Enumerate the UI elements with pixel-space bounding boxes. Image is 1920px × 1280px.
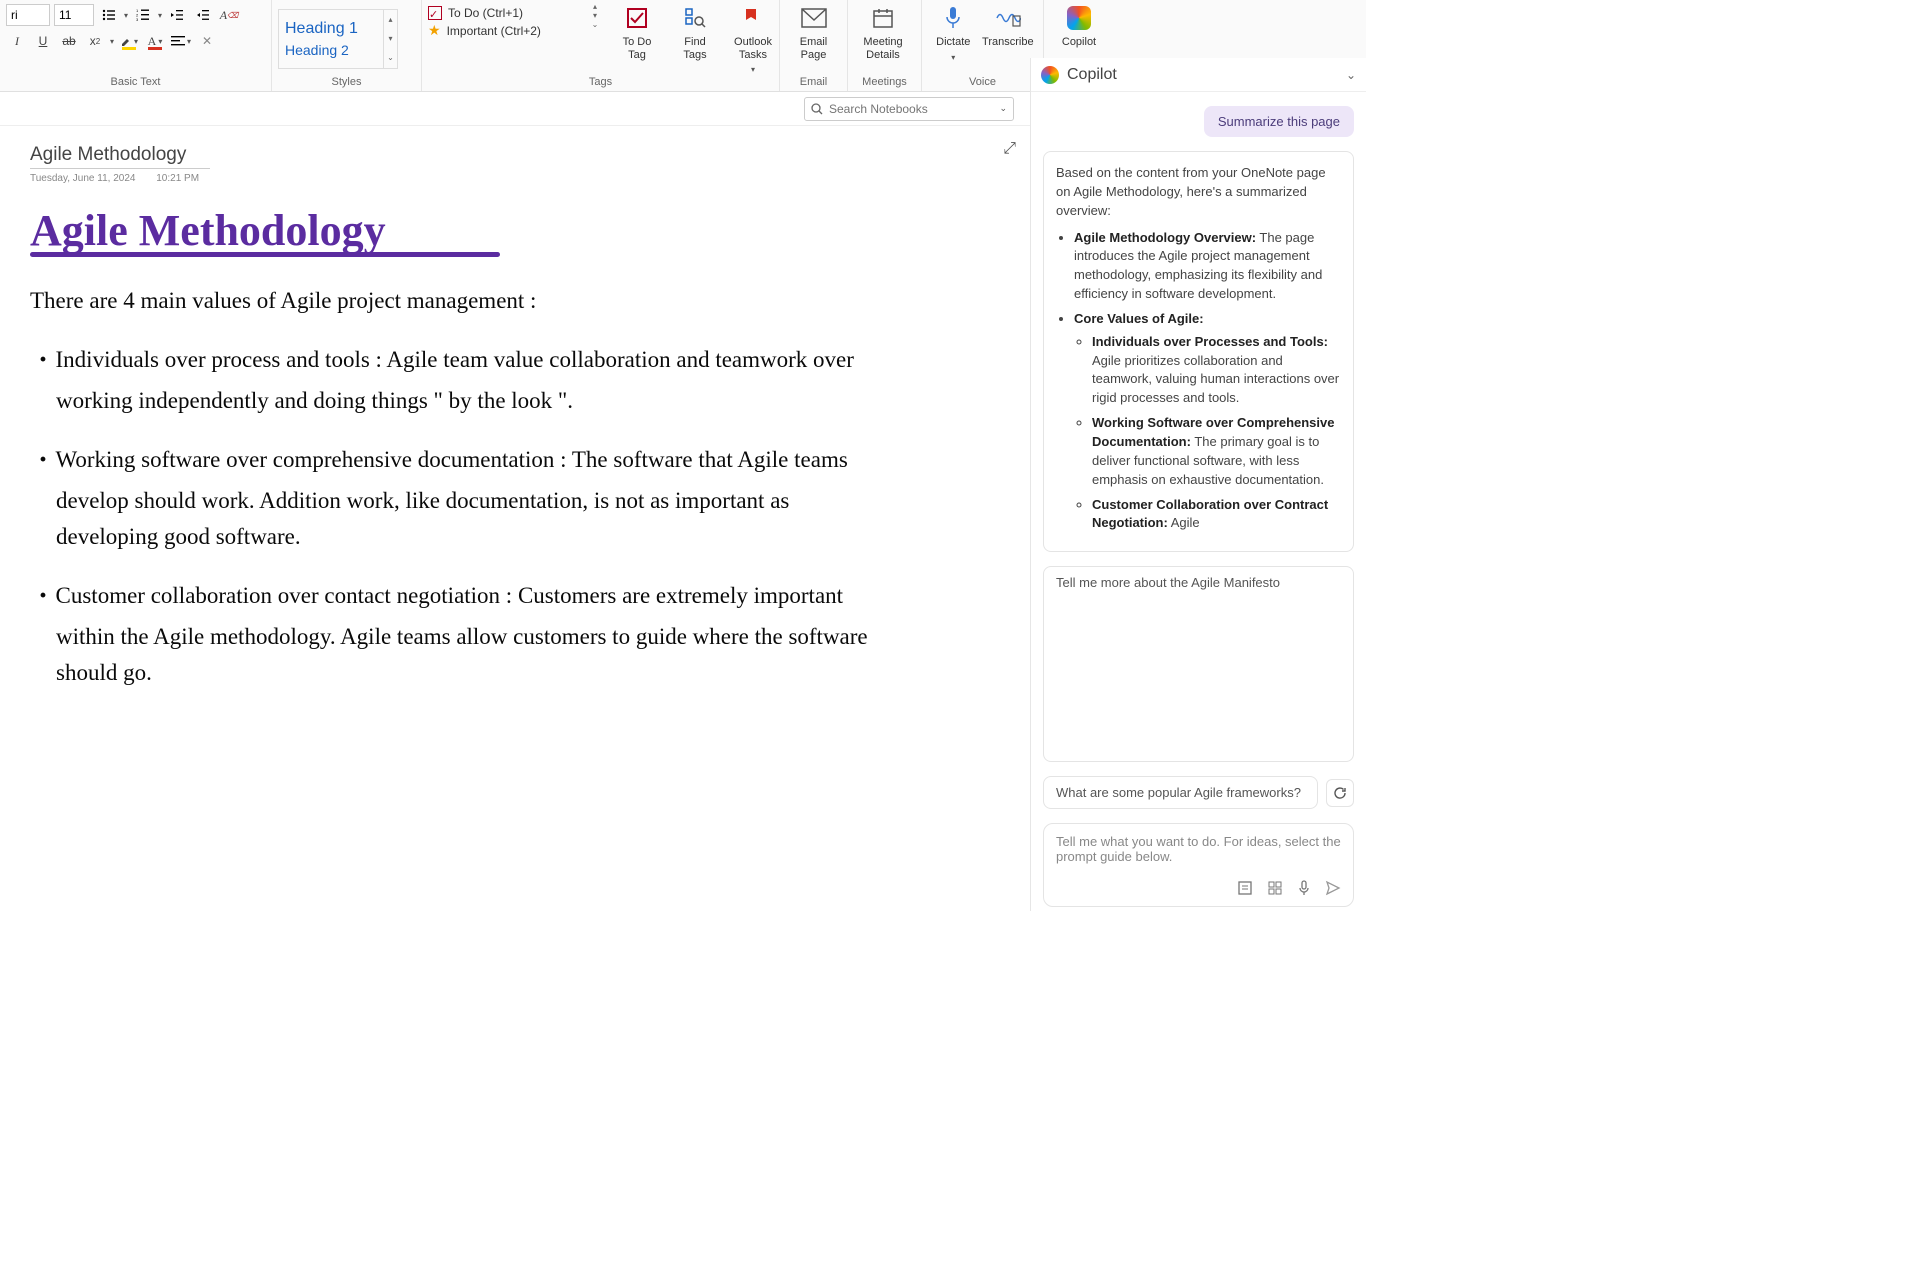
suggestion-2[interactable]: What are some popular Agile frameworks?: [1043, 776, 1318, 809]
summary-item: Individuals over Processes and Tools: Ag…: [1092, 333, 1341, 408]
tag-gallery[interactable]: To Do (Ctrl+1) ★ Important (Ctrl+2): [428, 2, 588, 39]
email-page-button[interactable]: EmailPage: [786, 2, 841, 61]
page-title[interactable]: Agile Methodology: [30, 144, 210, 169]
summary-item: Working Software over Comprehensive Docu…: [1092, 414, 1341, 489]
tag-scroll[interactable]: ▴▾⌄: [588, 2, 602, 29]
bullets-icon[interactable]: [98, 4, 120, 26]
font-color-icon[interactable]: A: [144, 30, 166, 52]
heading1-style[interactable]: Heading 1: [285, 20, 397, 38]
group-label-voice: Voice: [928, 75, 1037, 91]
copilot-input-placeholder: Tell me what you want to do. For ideas, …: [1056, 834, 1341, 872]
group-label-email: Email: [786, 75, 841, 91]
group-label-styles: Styles: [278, 75, 415, 91]
heading2-style[interactable]: Heading 2: [285, 42, 397, 58]
page-date: Tuesday, June 11, 2024: [30, 173, 135, 184]
strike-icon[interactable]: ab: [58, 30, 80, 52]
grid-icon[interactable]: [1267, 880, 1283, 896]
note-page[interactable]: ⤢ Agile Methodology Tuesday, June 11, 20…: [0, 126, 1030, 911]
ink-bullet-3: Customer collaboration over contact nego…: [30, 573, 890, 691]
tag-item-important[interactable]: ★ Important (Ctrl+2): [428, 22, 588, 39]
find-tags-button[interactable]: FindTags: [666, 2, 724, 74]
search-notebooks[interactable]: ⌄: [804, 97, 1014, 121]
summary-item: Customer Collaboration over Contract Neg…: [1092, 496, 1341, 534]
clear-format-icon[interactable]: A⌫: [218, 4, 240, 26]
copilot-pane: Copilot ⌄ Summarize this page Based on t…: [1030, 58, 1366, 911]
summary-intro: Based on the content from your OneNote p…: [1056, 164, 1341, 221]
search-row: ⌄: [0, 92, 1030, 126]
ink-bullet-1: Individuals over process and tools : Agi…: [30, 337, 890, 419]
indent-icon[interactable]: [192, 4, 214, 26]
group-meetings: MeetingDetails Meetings: [848, 0, 922, 91]
font-name-select[interactable]: [6, 4, 50, 26]
group-label-basic-text: Basic Text: [6, 75, 265, 91]
styles-scroll[interactable]: ▴▾⌄: [383, 10, 397, 68]
highlight-icon[interactable]: [118, 30, 140, 52]
group-label-tags: Tags: [428, 75, 773, 91]
group-styles: Heading 1 Heading 2 ▴▾⌄ Styles: [272, 0, 422, 91]
group-voice: Dictate ▾ Transcribe Voice: [922, 0, 1044, 91]
outlook-tasks-button[interactable]: OutlookTasks ▾: [724, 2, 782, 74]
numbering-icon[interactable]: 123: [132, 4, 154, 26]
refresh-suggestions-button[interactable]: [1326, 779, 1354, 807]
group-label-meetings: Meetings: [854, 75, 915, 91]
checkbox-icon: [428, 6, 442, 20]
ink-bullet-2: Working software over comprehensive docu…: [30, 437, 890, 555]
ink-intro: There are 4 main values of Agile project…: [30, 283, 890, 319]
main-area: ⌄ ⤢ Agile Methodology Tuesday, June 11, …: [0, 92, 1366, 911]
ink-content: Agile Methodology There are 4 main value…: [30, 208, 1000, 691]
subscript-icon[interactable]: x2: [84, 30, 106, 52]
search-input[interactable]: [829, 102, 993, 116]
font-size-select[interactable]: [54, 4, 94, 26]
group-tags: To Do (Ctrl+1) ★ Important (Ctrl+2) ▴▾⌄ …: [422, 0, 780, 91]
group-email: EmailPage Email: [780, 0, 848, 91]
transcribe-button[interactable]: Transcribe: [979, 2, 1037, 49]
star-icon: ★: [428, 22, 441, 39]
copilot-ribbon-button[interactable]: Copilot: [1050, 2, 1108, 49]
suggestion-1[interactable]: Tell me more about the Agile Manifesto: [1043, 566, 1354, 762]
align-icon[interactable]: [170, 30, 192, 52]
clear-icon[interactable]: ✕: [196, 30, 218, 52]
group-basic-text: ▾ 123 ▾ A⌫ I U ab x2▾: [0, 0, 272, 91]
chevron-down-icon[interactable]: ⌄: [999, 103, 1007, 114]
ink-title: Agile Methodology: [30, 208, 1000, 254]
summary-list: Agile Methodology Overview: The page int…: [1056, 229, 1341, 534]
summary-item: Core Values of Agile:Individuals over Pr…: [1074, 310, 1341, 533]
meeting-details-button[interactable]: MeetingDetails: [854, 2, 912, 61]
svg-text:3: 3: [136, 17, 139, 22]
chevron-down-icon[interactable]: ⌄: [1346, 68, 1356, 82]
prompt-guide-icon[interactable]: [1237, 880, 1253, 896]
underline-icon[interactable]: U: [32, 30, 54, 52]
outdent-icon[interactable]: [166, 4, 188, 26]
tag-item-todo[interactable]: To Do (Ctrl+1): [428, 6, 588, 20]
copilot-response-card: Based on the content from your OneNote p…: [1043, 151, 1354, 552]
page-time: 10:21 PM: [156, 173, 199, 184]
todo-tag-button[interactable]: To DoTag: [608, 2, 666, 74]
summary-item: Agile Methodology Overview: The page int…: [1074, 229, 1341, 304]
mic-icon[interactable]: [1297, 880, 1311, 896]
send-icon[interactable]: [1325, 880, 1341, 896]
copilot-logo-icon: [1041, 66, 1059, 84]
copilot-input[interactable]: Tell me what you want to do. For ideas, …: [1043, 823, 1354, 907]
copilot-header: Copilot ⌄: [1031, 58, 1366, 92]
summarize-pill[interactable]: Summarize this page: [1204, 106, 1354, 137]
copilot-title: Copilot: [1067, 66, 1338, 84]
dictate-button[interactable]: Dictate ▾: [928, 2, 979, 62]
expand-icon[interactable]: ⤢: [1003, 140, 1016, 158]
italic-icon[interactable]: I: [6, 30, 28, 52]
styles-gallery[interactable]: Heading 1 Heading 2 ▴▾⌄: [278, 9, 398, 69]
search-icon: [811, 103, 823, 115]
page-meta: Tuesday, June 11, 2024 10:21 PM: [30, 173, 1000, 184]
